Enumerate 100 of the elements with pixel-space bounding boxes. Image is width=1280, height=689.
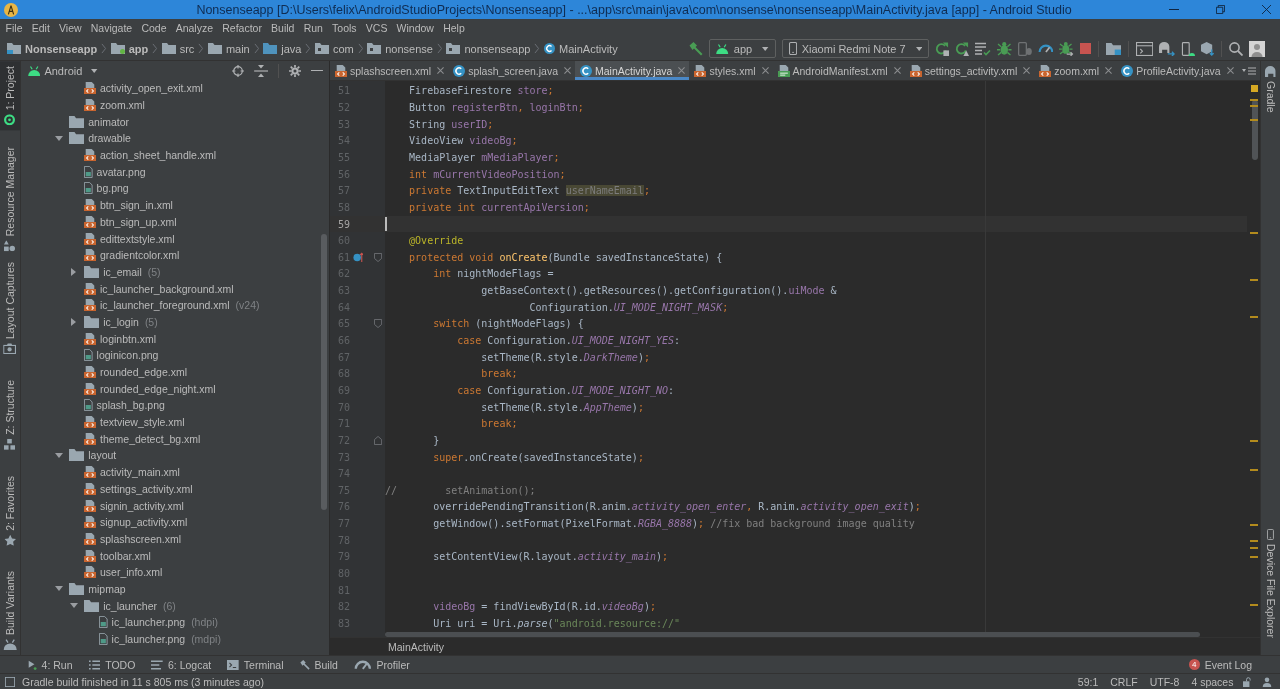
warning-marker[interactable] xyxy=(1250,524,1258,526)
circular-arrow-icon[interactable] xyxy=(935,41,950,56)
tree-item[interactable]: btn_sign_up.xml xyxy=(84,215,177,228)
tool-window-tab[interactable]: Layout Captures xyxy=(0,256,20,359)
close-icon[interactable] xyxy=(1262,5,1271,14)
tool-window-tab[interactable]: 2: Favorites xyxy=(0,470,20,551)
warning-marker[interactable] xyxy=(1250,604,1258,606)
breadcrumb-item[interactable]: nonsense xyxy=(367,42,433,55)
tree-item[interactable]: layout xyxy=(69,449,117,462)
close-icon[interactable] xyxy=(1226,67,1234,74)
menu-item[interactable]: Tools xyxy=(327,19,362,37)
menu-item[interactable]: Navigate xyxy=(86,19,137,37)
square-icon[interactable] xyxy=(5,676,15,687)
tree-item[interactable]: gradientcolor.xml xyxy=(84,249,180,262)
editor-tab[interactable]: AndroidManifest.xml xyxy=(772,61,905,80)
lock-icon[interactable] xyxy=(1243,676,1252,687)
editor-tab[interactable]: settings_activity.xml xyxy=(904,61,1035,80)
tree-item[interactable]: animator xyxy=(69,115,130,128)
tree-item[interactable]: user_info.xml xyxy=(84,566,163,579)
breadcrumb-item[interactable]: java xyxy=(263,42,302,55)
tree-item[interactable]: theme_detect_bg.xml xyxy=(84,432,201,445)
fold-marker-icon[interactable] xyxy=(373,435,382,445)
circular-arrow-icon[interactable] xyxy=(955,41,970,56)
scrollbar-thumb[interactable] xyxy=(321,234,327,510)
tree-item[interactable]: signin_activity.xml xyxy=(84,499,184,512)
user-avatar[interactable] xyxy=(1249,40,1265,57)
tool-window-tab[interactable]: Resource Manager xyxy=(0,142,20,257)
menu-item[interactable]: Run xyxy=(299,19,328,37)
tree-item[interactable]: rounded_edge_night.xml xyxy=(84,382,216,395)
folder-icon[interactable] xyxy=(1105,42,1122,55)
tree-item[interactable]: bg.png xyxy=(84,182,129,195)
caret-down-icon[interactable] xyxy=(55,135,63,141)
warning-marker[interactable] xyxy=(1250,105,1258,107)
tree-item[interactable]: loginbtn.xml xyxy=(84,332,157,345)
tree-item[interactable]: mipmap xyxy=(69,582,126,595)
breadcrumb-item[interactable]: MainActivity xyxy=(388,640,444,653)
indent-setting[interactable]: 4 spaces xyxy=(1191,675,1234,688)
elephant-icon[interactable] xyxy=(1159,41,1175,56)
tree-item[interactable]: zoom.xml xyxy=(84,99,145,112)
close-icon[interactable] xyxy=(893,67,901,74)
tree-item[interactable]: splash_bg.png xyxy=(84,399,165,412)
warning-marker[interactable] xyxy=(1250,279,1258,281)
tool-window-tab[interactable]: 1: Project xyxy=(0,61,20,131)
tool-window-tab[interactable]: Profiler xyxy=(345,656,418,673)
run-configuration-dropdown[interactable]: app xyxy=(709,39,776,58)
tool-window-tab[interactable]: 4: Run xyxy=(20,656,81,673)
tool-window-tab[interactable]: Terminal xyxy=(219,656,292,673)
breadcrumb-item[interactable]: src xyxy=(161,42,195,55)
caret-right-icon[interactable] xyxy=(71,317,76,326)
tree-item[interactable]: toolbar.xml xyxy=(84,549,151,562)
hammer-icon[interactable] xyxy=(689,41,704,56)
close-icon[interactable] xyxy=(761,67,769,74)
settings-icon[interactable] xyxy=(289,64,302,77)
project-view-dropdown[interactable]: Android xyxy=(28,64,98,77)
minus-icon[interactable] xyxy=(311,69,323,72)
tree-item[interactable]: ic_login (5) xyxy=(84,315,158,328)
close-icon[interactable] xyxy=(437,67,445,74)
breadcrumb-item[interactable]: Nonsenseapp xyxy=(7,42,98,55)
tree-item[interactable]: splashscreen.xml xyxy=(84,532,182,545)
editor-tab[interactable]: ProfileActivity.java xyxy=(1116,61,1238,80)
tab-list-icon[interactable] xyxy=(1242,66,1256,75)
cursor-position[interactable]: 59:1 xyxy=(1077,675,1099,688)
tree-item[interactable]: activity_main.xml xyxy=(84,466,180,479)
menu-item[interactable]: VCS xyxy=(361,19,392,37)
breadcrumb-item[interactable]: app xyxy=(110,42,149,55)
tree-item[interactable]: textview_style.xml xyxy=(84,416,185,429)
tree-item[interactable]: edittextstyle.xml xyxy=(84,232,175,245)
menu-item[interactable]: View xyxy=(54,19,87,37)
bug-icon[interactable] xyxy=(1059,41,1074,56)
lines-icon[interactable] xyxy=(975,41,992,56)
tree-item[interactable]: btn_sign_in.xml xyxy=(84,199,173,212)
warning-marker[interactable] xyxy=(1250,232,1258,234)
line-separator[interactable]: CRLF xyxy=(1110,675,1138,688)
editor-tab[interactable]: splashscreen.xml xyxy=(330,61,449,80)
menu-item[interactable]: Help xyxy=(438,19,470,37)
editor-tab[interactable]: splash_screen.java xyxy=(448,61,575,80)
collapse-icon[interactable] xyxy=(254,64,269,77)
tree-item[interactable]: ic_launcher.png (hdpi) xyxy=(99,616,218,629)
file-encoding[interactable]: UTF-8 xyxy=(1149,675,1180,688)
tool-window-tab[interactable]: Build xyxy=(291,656,346,673)
bug-icon[interactable] xyxy=(997,41,1012,56)
fold-marker-icon[interactable] xyxy=(373,252,382,262)
device-dropdown[interactable]: Xiaomi Redmi Note 7 xyxy=(781,39,930,58)
tool-window-tab[interactable]: Gradle xyxy=(1261,61,1280,118)
tree-item[interactable]: avatar.png xyxy=(84,165,146,178)
box-icon[interactable] xyxy=(1200,41,1214,56)
tree-item[interactable]: ic_email (5) xyxy=(84,265,161,278)
search-icon[interactable] xyxy=(1229,41,1243,56)
menu-item[interactable]: Code xyxy=(136,19,172,37)
tool-window-tab[interactable]: Build Variants xyxy=(0,566,20,656)
tree-item[interactable]: ic_launcher (6) xyxy=(84,599,176,612)
caret-down-icon[interactable] xyxy=(55,586,63,592)
warning-marker[interactable] xyxy=(1250,540,1258,542)
menu-item[interactable]: Refactor xyxy=(217,19,267,37)
stop-icon[interactable] xyxy=(1079,43,1091,54)
breadcrumb-item[interactable]: MainActivity xyxy=(543,42,618,55)
fold-marker-icon[interactable] xyxy=(373,319,382,329)
menu-item[interactable]: File xyxy=(1,19,28,37)
phone-icon[interactable] xyxy=(1180,41,1195,56)
warning-marker[interactable] xyxy=(1250,440,1258,442)
